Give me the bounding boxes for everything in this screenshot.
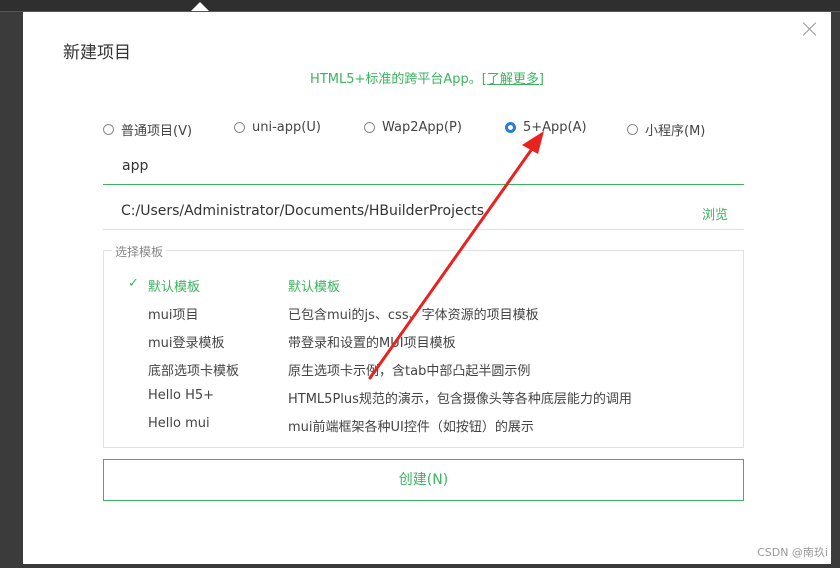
create-button[interactable]: 创建(N) <box>103 459 744 501</box>
template-row-bottom-tab[interactable]: 底部选项卡模板 原生选项卡示例，含tab中部凸起半圆示例 <box>104 357 743 381</box>
template-row-mui-login[interactable]: mui登录模板 带登录和设置的MUI项目模板 <box>104 329 743 353</box>
radio-circle-icon <box>364 122 375 133</box>
dialog-subtitle: HTML5+标准的跨平台App。[了解更多] <box>23 68 831 87</box>
project-name-input[interactable]: app <box>103 150 744 185</box>
radio-label: 小程序(M) <box>645 124 706 139</box>
watermark: CSDN @南玖i <box>757 546 828 559</box>
project-location-input[interactable]: C:/Users/Administrator/Documents/HBuilde… <box>103 196 744 230</box>
template-name: 默认模板 <box>148 280 201 295</box>
template-desc: 默认模板 <box>288 280 341 295</box>
template-row-hello-mui[interactable]: Hello mui mui前端框架各种UI控件（如按钮）的展示 <box>104 413 743 437</box>
template-name: 底部选项卡模板 <box>148 364 240 379</box>
editor-top-bar <box>0 0 840 12</box>
new-project-dialog: 新建项目 HTML5+标准的跨平台App。[了解更多] 普通项目(V) uni-… <box>23 12 831 564</box>
checkmark-icon: ✓ <box>128 276 139 291</box>
radio-5plus-app[interactable]: 5+App(A) <box>505 120 587 135</box>
radio-circle-icon <box>627 124 638 135</box>
radio-circle-icon <box>103 124 114 135</box>
template-desc: mui前端框架各种UI控件（如按钮）的展示 <box>288 420 534 435</box>
template-row-hello-h5plus[interactable]: Hello H5+ HTML5Plus规范的演示，包含摄像头等各种底层能力的调用 <box>104 385 743 409</box>
backdrop-left <box>0 12 23 568</box>
template-row-mui[interactable]: mui项目 已包含mui的js、css、字体资源的项目模板 <box>104 301 743 325</box>
project-type-group: 普通项目(V) uni-app(U) Wap2App(P) 5+App(A) 小… <box>103 120 753 140</box>
template-desc: 已包含mui的js、css、字体资源的项目模板 <box>288 308 539 323</box>
template-desc: 原生选项卡示例，含tab中部凸起半圆示例 <box>288 364 531 379</box>
template-row-default[interactable]: ✓ 默认模板 默认模板 <box>104 273 743 297</box>
close-icon[interactable] <box>801 20 819 38</box>
learn-more-link[interactable]: [了解更多] <box>482 72 544 87</box>
dialog-title: 新建项目 <box>63 43 131 63</box>
template-list: 选择模板 ✓ 默认模板 默认模板 mui项目 已包含mui的js、css、字体资… <box>103 243 744 448</box>
template-desc: 带登录和设置的MUI项目模板 <box>288 336 456 351</box>
radio-label: uni-app(U) <box>252 120 321 135</box>
project-name-value: app <box>122 158 149 174</box>
radio-label: 普通项目(V) <box>121 124 193 139</box>
radio-wap2app[interactable]: Wap2App(P) <box>364 120 462 135</box>
subtitle-text: HTML5+标准的跨平台App。 <box>310 72 482 87</box>
template-name: mui登录模板 <box>148 336 225 351</box>
template-legend: 选择模板 <box>112 243 167 260</box>
backdrop-right <box>831 12 840 568</box>
template-name: Hello H5+ <box>148 388 215 403</box>
radio-mini-program[interactable]: 小程序(M) <box>627 120 705 139</box>
radio-circle-icon <box>234 122 245 133</box>
radio-normal-project[interactable]: 普通项目(V) <box>103 120 192 139</box>
template-name: Hello mui <box>148 416 210 431</box>
project-location-value: C:/Users/Administrator/Documents/HBuilde… <box>121 203 485 219</box>
browse-button[interactable]: 浏览 <box>702 204 728 223</box>
radio-label: 5+App(A) <box>523 120 587 135</box>
template-desc: HTML5Plus规范的演示，包含摄像头等各种底层能力的调用 <box>288 392 632 407</box>
template-name: mui项目 <box>148 308 199 323</box>
radio-checked-icon <box>505 122 516 133</box>
radio-label: Wap2App(P) <box>382 120 462 135</box>
radio-uni-app[interactable]: uni-app(U) <box>234 120 321 135</box>
